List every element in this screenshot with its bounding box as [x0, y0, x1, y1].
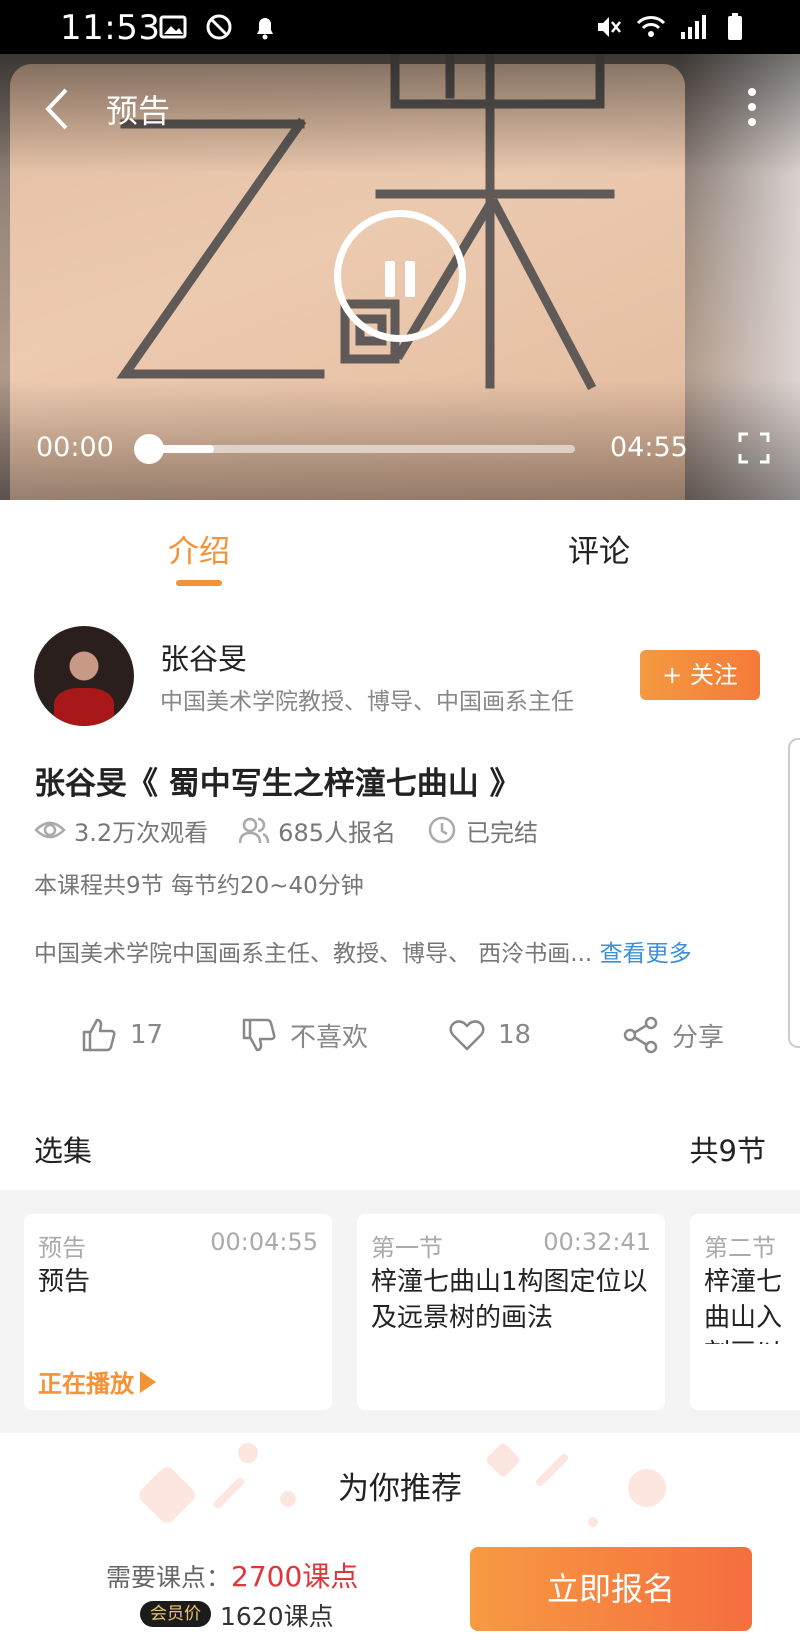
- course-description: 中国美术学院中国画系主任、教授、博导、 西泠书画... 查看更多: [34, 934, 692, 968]
- like-button[interactable]: 17: [80, 1016, 163, 1054]
- mute-icon: [598, 17, 621, 37]
- eye-icon: [34, 821, 66, 839]
- users-icon: [238, 817, 270, 844]
- enrolled-count: 685人报名: [278, 818, 396, 847]
- price-info: 需要课点：2700课点: [106, 1555, 358, 1595]
- completion-status: 已完结: [465, 818, 538, 847]
- video-title: 预告: [106, 92, 171, 130]
- battery-icon: [728, 13, 742, 40]
- favorite-count: 18: [498, 1020, 532, 1050]
- now-playing-indicator: 正在播放: [38, 1364, 156, 1399]
- views-stat: 3.2万次观看: [34, 813, 208, 848]
- course-title: 张谷旻《 蜀中写生之梓潼七曲山 》: [34, 766, 521, 802]
- course-stats: 3.2万次观看 685人报名 已完结: [34, 812, 568, 848]
- favorite-button[interactable]: 18: [448, 1016, 531, 1054]
- image-icon: [159, 15, 187, 39]
- episode-title: 梓潼七曲山1构图定位以及远景树的画法: [371, 1267, 648, 1333]
- price-label: 需要课点：: [106, 1563, 232, 1592]
- clock-icon: [428, 816, 456, 844]
- avatar-scarf: [54, 688, 114, 726]
- recommend-title: 为你推荐: [338, 1471, 462, 1507]
- teacher-name[interactable]: 张谷旻: [160, 636, 247, 678]
- tab-comments[interactable]: 评论: [568, 526, 630, 571]
- video-player[interactable]: 预告 00:00 04:55: [0, 54, 800, 500]
- completion-stat: 已完结: [426, 813, 538, 848]
- side-drawer-handle[interactable]: [788, 738, 800, 1048]
- share-label: 分享: [672, 1022, 725, 1053]
- total-time: 04:55: [610, 432, 688, 463]
- follow-button[interactable]: + 关注: [640, 650, 760, 700]
- enroll-button[interactable]: 立即报名: [470, 1547, 752, 1631]
- pause-icon-bar: [405, 261, 415, 297]
- recommend-section: 为你推荐: [0, 1433, 800, 1543]
- bell-icon: [257, 18, 273, 40]
- episode-duration: 00:32:41: [543, 1228, 651, 1256]
- episode-card[interactable]: 第一节 00:32:41 梓潼七曲山1构图定位以及远景树的画法: [357, 1214, 665, 1410]
- price-value: 2700课点: [231, 1560, 359, 1593]
- progress-thumb[interactable]: [134, 434, 164, 464]
- pause-button[interactable]: [334, 210, 466, 342]
- blocked-icon: [206, 14, 232, 40]
- wifi-icon: [636, 16, 666, 37]
- progress-bar[interactable]: [150, 445, 575, 453]
- views-count: 3.2万次观看: [74, 818, 209, 847]
- share-button[interactable]: 分享: [622, 1016, 724, 1054]
- vip-price: 1620课点: [220, 1602, 334, 1631]
- content-tabs: 介绍 评论: [0, 500, 800, 600]
- episode-title: 预告: [38, 1267, 91, 1297]
- episode-list[interactable]: 预告 00:04:55 预告 正在播放 第一节 00:32:41 梓潼七曲山1构…: [0, 1190, 800, 1433]
- dislike-button[interactable]: 不喜欢: [240, 1016, 368, 1054]
- description-text: 中国美术学院中国画系主任、教授、博导、 西泠书画...: [34, 941, 593, 967]
- pause-icon: [385, 261, 395, 297]
- status-time: 11:53: [60, 8, 161, 48]
- see-more-link[interactable]: 查看更多: [600, 941, 692, 967]
- lessons-info: 本课程共9节 每节约20~40分钟: [34, 873, 364, 899]
- thumbs-up-icon: [82, 1018, 116, 1052]
- signal-icon: [681, 15, 706, 39]
- episode-card[interactable]: 第二节 梓潼七曲山入刻画以: [690, 1214, 800, 1410]
- active-tab-indicator: [176, 580, 222, 586]
- current-time: 00:00: [36, 432, 114, 463]
- episodes-count[interactable]: 共9节: [690, 1128, 766, 1170]
- episodes-heading: 选集: [34, 1134, 93, 1168]
- dislike-label: 不喜欢: [290, 1022, 369, 1053]
- episode-tag: 第一节: [371, 1234, 443, 1262]
- now-playing-label: 正在播放: [38, 1370, 134, 1398]
- purchase-bar: 需要课点：2700课点 会员价 1620课点 立即报名: [0, 1543, 800, 1644]
- teacher-avatar[interactable]: [34, 626, 134, 726]
- more-menu-icon[interactable]: [740, 84, 764, 130]
- episode-tag: 第二节: [704, 1234, 776, 1262]
- episode-card[interactable]: 预告 00:04:55 预告 正在播放: [24, 1214, 332, 1410]
- play-triangle-icon: [140, 1370, 156, 1393]
- like-count: 17: [130, 1020, 164, 1050]
- status-bar: 11:53: [0, 0, 800, 54]
- heart-icon: [449, 1020, 485, 1051]
- episode-tag: 预告: [38, 1234, 86, 1262]
- share-icon: [623, 1016, 658, 1054]
- vip-badge: 会员价: [140, 1601, 211, 1627]
- fullscreen-icon[interactable]: [738, 432, 770, 464]
- thumbs-down-icon: [242, 1018, 276, 1052]
- decoration-shape: [238, 1443, 258, 1463]
- tab-intro[interactable]: 介绍: [168, 526, 230, 571]
- back-arrow-icon[interactable]: [36, 84, 80, 134]
- enrolled-stat: 685人报名: [238, 813, 396, 848]
- episode-duration: 00:04:55: [210, 1228, 318, 1256]
- teacher-title: 中国美术学院教授、博导、中国画系主任: [160, 689, 574, 715]
- action-bar: 17 不喜欢 18 分享: [0, 1016, 800, 1066]
- decoration-shape: [588, 1517, 598, 1527]
- episode-title: 梓潼七曲山入刻画以: [704, 1267, 783, 1344]
